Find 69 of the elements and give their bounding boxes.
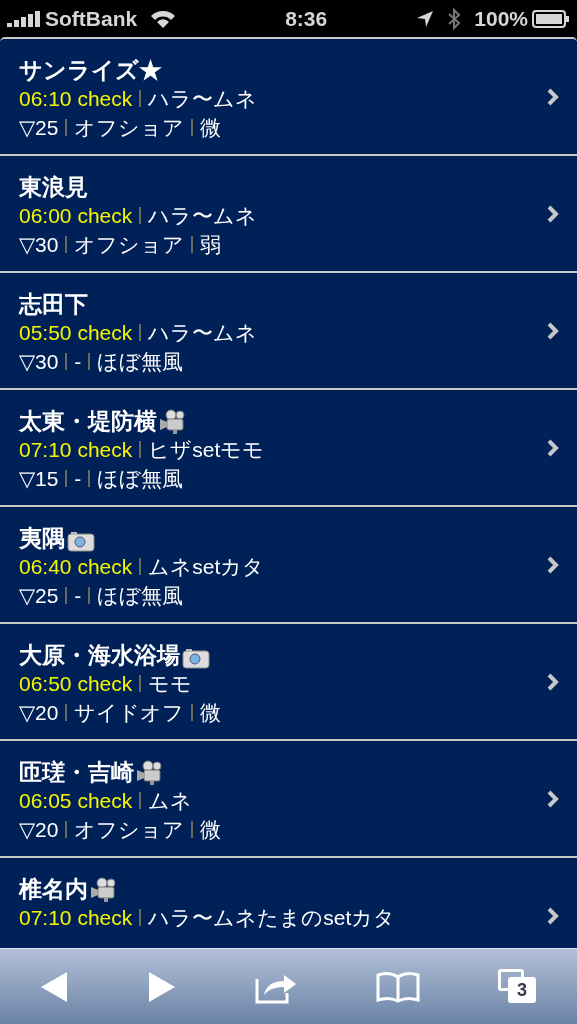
check-time: 05:50 check <box>19 319 133 346</box>
wave-size: ハラ〜ムネ <box>148 85 258 112</box>
wave-size: ハラ〜ムネ <box>148 319 258 346</box>
check-time: 07:10 check <box>19 436 133 463</box>
chevron-icon <box>547 555 559 574</box>
spot-list-item[interactable]: サンライズ★ 06:10 check ハラ〜ムネ ▽25 オフショア 微 <box>0 39 577 156</box>
check-time: 06:10 check <box>19 85 133 112</box>
wave-size: ヒザsetモモ <box>148 436 265 463</box>
check-time: 06:40 check <box>19 553 133 580</box>
chevron-icon <box>547 87 559 106</box>
condition-text: オフショア <box>74 231 185 258</box>
movie-camera-icon <box>136 760 164 786</box>
wave-size: モモ <box>148 670 193 697</box>
condition-text: ▽20 <box>19 816 59 843</box>
wave-size: ムネsetカタ <box>148 553 265 580</box>
condition-text: ほぼ無風 <box>97 582 184 609</box>
wave-size: ハラ〜ムネたまのsetカタ <box>148 904 396 931</box>
bluetooth-icon <box>446 6 463 31</box>
condition-text: - <box>74 348 82 375</box>
spot-name: 大原・海水浴場 <box>19 641 180 669</box>
condition-text: 微 <box>200 699 222 726</box>
wave-size: ハラ〜ムネ <box>148 202 258 229</box>
spot-name: 東浪見 <box>19 173 88 201</box>
spot-name: 太東・堤防横 <box>19 407 157 435</box>
chevron-icon <box>547 906 559 925</box>
location-arrow-icon <box>416 9 435 28</box>
camera-icon <box>67 530 95 552</box>
condition-text: 弱 <box>200 231 222 258</box>
condition-text: ほぼ無風 <box>97 348 184 375</box>
condition-text: オフショア <box>74 114 185 141</box>
spot-name: 椎名内 <box>19 875 88 903</box>
condition-text: ▽20 <box>19 699 59 726</box>
condition-text: サイドオフ <box>74 699 185 726</box>
condition-text: ▽25 <box>19 114 59 141</box>
spot-name: 志田下 <box>19 290 88 318</box>
check-time: 06:50 check <box>19 670 133 697</box>
bookmarks-button[interactable] <box>376 970 421 1003</box>
chevron-icon <box>547 438 559 457</box>
condition-text: ほぼ無風 <box>97 465 184 492</box>
spot-name: 匝瑳・吉崎 <box>19 758 134 786</box>
wave-size: ムネ <box>148 787 193 814</box>
check-time: 06:00 check <box>19 202 133 229</box>
chevron-icon <box>547 672 559 691</box>
movie-camera-icon <box>90 877 118 903</box>
check-time: 06:05 check <box>19 787 133 814</box>
wifi-icon <box>149 8 178 29</box>
condition-text: ▽30 <box>19 231 59 258</box>
condition-text: ▽30 <box>19 348 59 375</box>
camera-icon <box>182 647 210 669</box>
battery-icon <box>532 9 570 28</box>
condition-text: ▽25 <box>19 582 59 609</box>
signal-icon <box>7 10 41 27</box>
condition-text: - <box>74 582 82 609</box>
check-time: 07:10 check <box>19 904 133 931</box>
condition-text: オフショア <box>74 816 185 843</box>
carrier-name: SoftBank <box>45 5 138 32</box>
forward-button[interactable] <box>146 969 177 1004</box>
chevron-icon <box>547 321 559 340</box>
condition-text: 微 <box>200 114 222 141</box>
condition-text: - <box>74 465 82 492</box>
clock: 8:36 <box>285 5 328 32</box>
spot-name: サンライズ★ <box>19 56 162 84</box>
condition-text: 微 <box>200 816 222 843</box>
battery-percent: 100% <box>474 5 528 32</box>
chevron-icon <box>547 789 559 808</box>
spot-name: 夷隅 <box>19 524 65 552</box>
chevron-icon <box>547 204 559 223</box>
condition-text: ▽15 <box>19 465 59 492</box>
movie-camera-icon <box>159 409 187 435</box>
